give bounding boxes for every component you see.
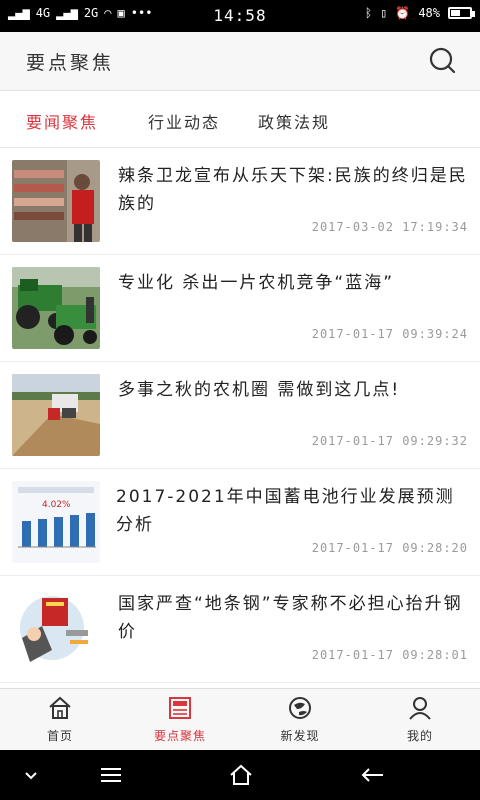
article-list: 辣条卫龙宣布从乐天下架:民族的终归是民族的 2017-03-02 17:19:3…	[0, 148, 480, 688]
nav-home[interactable]: 首页	[0, 689, 120, 751]
list-item[interactable]: 国家严查“地条钢”专家称不必担心抬升钢价 2017-01-17 09:28:01	[0, 576, 480, 683]
article-title: 多事之秋的农机圈 需做到这几点!	[118, 380, 401, 400]
list-item[interactable]: 专业化 杀出一片农机竞争“蓝海” 2017-01-17 09:39:24	[0, 255, 480, 362]
vibrate-icon: ▯	[380, 6, 388, 20]
article-thumbnail: 4.02%	[12, 481, 100, 563]
nav-discover[interactable]: 新发现	[240, 689, 360, 751]
list-item[interactable]: 多事之秋的农机圈 需做到这几点! 2017-01-17 09:29:32	[0, 362, 480, 469]
article-time: 2017-01-17 09:28:01	[311, 648, 468, 662]
home-icon	[49, 696, 71, 719]
system-navigation-bar	[0, 750, 480, 800]
search-icon	[429, 47, 456, 74]
tab-industry-news[interactable]: 行业动态	[148, 109, 220, 133]
nav-mine-label: 我的	[406, 729, 433, 743]
chevron-down-icon[interactable]	[18, 762, 44, 788]
article-thumbnail	[12, 374, 100, 456]
battery-icon	[448, 7, 475, 19]
search-button[interactable]	[428, 46, 458, 76]
menu-icon[interactable]	[98, 762, 124, 788]
page-title: 要点聚焦	[26, 52, 115, 74]
article-title: 国家严查“地条钢”专家称不必担心抬升钢价	[118, 594, 463, 642]
article-time: 2017-01-17 09:28:20	[311, 541, 468, 555]
list-item[interactable]: 4.02% 2017-2021年中国蓄电池行业发展预测分析 2017-01-17…	[0, 469, 480, 576]
discover-icon	[289, 697, 311, 719]
thumb-badge: 4.02%	[42, 500, 71, 510]
list-item[interactable]: 辣条卫龙宣布从乐天下架:民族的终归是民族的 2017-03-02 17:19:3…	[0, 148, 480, 255]
article-title: 辣条卫龙宣布从乐天下架:民族的终归是民族的	[118, 166, 468, 214]
bottom-navigation: 首页 要点聚焦 新发现 我的	[0, 688, 480, 751]
back-icon[interactable]	[360, 762, 386, 788]
tab-policy-regulations[interactable]: 政策法规	[258, 109, 330, 133]
article-time: 2017-01-17 09:29:32	[311, 434, 468, 448]
user-icon	[409, 697, 431, 720]
article-title: 专业化 杀出一片农机竞争“蓝海”	[118, 273, 395, 293]
nav-home-label: 首页	[46, 729, 73, 743]
status-bar: ▂▄▆ 4G ▂▄▆ 2G ◠ ▣ ••• 14:58 ᛒ ▯ ⏰ 48%	[0, 0, 480, 32]
article-thumbnail	[12, 267, 100, 349]
home-button-icon[interactable]	[228, 762, 254, 788]
article-time: 2017-03-02 17:19:34	[311, 220, 468, 234]
article-thumbnail	[12, 588, 100, 670]
newspaper-icon	[169, 697, 191, 719]
article-thumbnail	[12, 160, 100, 242]
app-header: 要点聚焦	[0, 32, 480, 91]
tab-headline-focus[interactable]: 要闻聚焦	[26, 109, 98, 133]
article-title: 2017-2021年中国蓄电池行业发展预测分析	[116, 487, 455, 535]
status-right: ᛒ ▯ ⏰ 48%	[364, 6, 475, 20]
bluetooth-icon: ᛒ	[364, 6, 373, 20]
nav-key-focus-label: 要点聚焦	[153, 729, 206, 743]
nav-key-focus[interactable]: 要点聚焦	[120, 689, 240, 751]
category-tabs: 要闻聚焦 行业动态 政策法规	[0, 91, 480, 148]
battery-fill	[451, 10, 460, 16]
nav-mine[interactable]: 我的	[360, 689, 480, 751]
battery-percent: 48%	[418, 6, 440, 20]
article-time: 2017-01-17 09:39:24	[311, 327, 468, 341]
nav-discover-label: 新发现	[280, 729, 320, 743]
alarm-icon: ⏰	[395, 6, 411, 20]
